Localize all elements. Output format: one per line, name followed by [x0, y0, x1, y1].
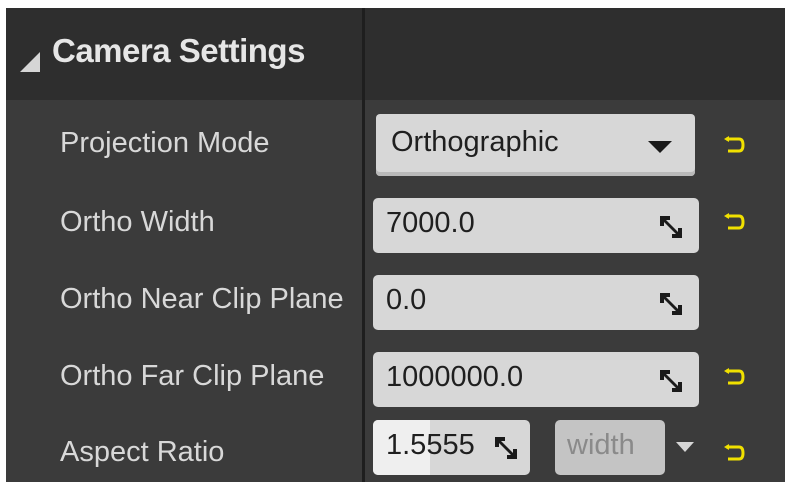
projection-mode-label: Projection Mode [60, 127, 270, 159]
reset-to-default-icon[interactable] [724, 444, 746, 462]
drag-arrows-icon [660, 216, 682, 238]
aspect-ratio-input[interactable]: 1.5555 [373, 420, 530, 475]
chevron-down-icon[interactable] [676, 442, 694, 452]
column-splitter[interactable] [362, 8, 365, 482]
projection-mode-dropdown[interactable]: Orthographic [376, 114, 695, 176]
section-title: Camera Settings [52, 32, 305, 69]
reset-to-default-icon[interactable] [724, 368, 746, 386]
aspect-ratio-axis-constraint[interactable]: width [555, 420, 665, 475]
drag-arrows-icon [495, 437, 517, 459]
ortho-far-clip-label: Ortho Far Clip Plane [60, 360, 325, 392]
details-panel: Camera Settings Projection Mode Orthogra… [6, 8, 785, 482]
reset-to-default-icon[interactable] [724, 213, 746, 231]
projection-mode-value: Orthographic [391, 126, 559, 158]
expanded-triangle-icon[interactable] [20, 52, 40, 72]
constraint-value: width [567, 429, 635, 461]
ortho-near-clip-value: 0.0 [386, 284, 427, 316]
ortho-width-value: 7000.0 [386, 207, 475, 239]
reset-to-default-icon[interactable] [724, 136, 746, 154]
camera-settings-header[interactable]: Camera Settings [6, 8, 785, 100]
aspect-ratio-label: Aspect Ratio [60, 436, 225, 468]
drag-arrows-icon [660, 370, 682, 392]
ortho-far-clip-input[interactable]: 1000000.0 [373, 352, 699, 407]
drag-arrows-icon [660, 293, 682, 315]
ortho-near-clip-label: Ortho Near Clip Plane [60, 283, 344, 315]
dropdown-arrow-icon [648, 141, 672, 153]
ortho-width-label: Ortho Width [60, 206, 215, 238]
ortho-near-clip-input[interactable]: 0.0 [373, 275, 699, 330]
aspect-ratio-value: 1.5555 [386, 429, 475, 461]
ortho-width-input[interactable]: 7000.0 [373, 198, 699, 253]
ortho-far-clip-value: 1000000.0 [386, 361, 524, 393]
